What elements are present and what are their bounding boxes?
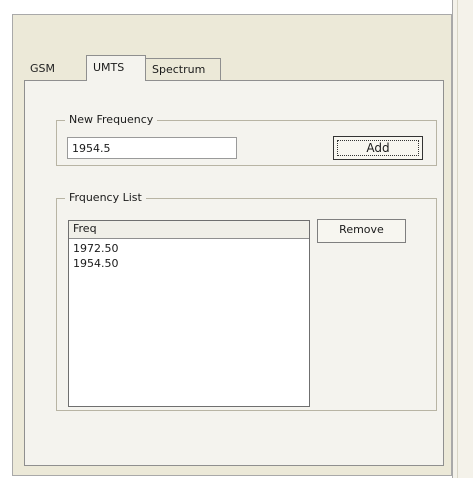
frequency-list-rows: 1972.50 1954.50 bbox=[69, 239, 309, 271]
freq-column-header[interactable]: Freq bbox=[69, 221, 309, 239]
remove-button[interactable]: Remove bbox=[317, 219, 406, 243]
tab-gsm[interactable]: GSM bbox=[24, 58, 74, 80]
adjacent-window-inner-line bbox=[457, 0, 458, 478]
tab-umts-label: UMTS bbox=[93, 61, 125, 74]
add-button[interactable]: Add bbox=[333, 136, 423, 160]
tab-umts[interactable]: UMTS bbox=[86, 55, 146, 81]
add-button-label: Add bbox=[337, 140, 419, 156]
tab-spectrum[interactable]: Spectrum bbox=[145, 58, 221, 80]
frequency-list-group: Frquency List Freq 1972.50 1954.50 Remov… bbox=[56, 190, 437, 411]
adjacent-window-edge bbox=[452, 0, 473, 478]
new-frequency-group: New Frequency Add bbox=[56, 112, 437, 166]
new-frequency-group-label: New Frequency bbox=[65, 112, 158, 128]
frequency-listview[interactable]: Freq 1972.50 1954.50 bbox=[68, 220, 310, 407]
frequency-list-group-label: Frquency List bbox=[65, 190, 146, 206]
list-item[interactable]: 1972.50 bbox=[69, 241, 309, 256]
new-frequency-input[interactable] bbox=[67, 137, 237, 159]
tab-spectrum-label: Spectrum bbox=[152, 63, 206, 76]
tab-gsm-label: GSM bbox=[30, 62, 55, 75]
list-item[interactable]: 1954.50 bbox=[69, 256, 309, 271]
umts-tab-panel: New Frequency Add Frquency List Freq 197… bbox=[24, 80, 444, 466]
